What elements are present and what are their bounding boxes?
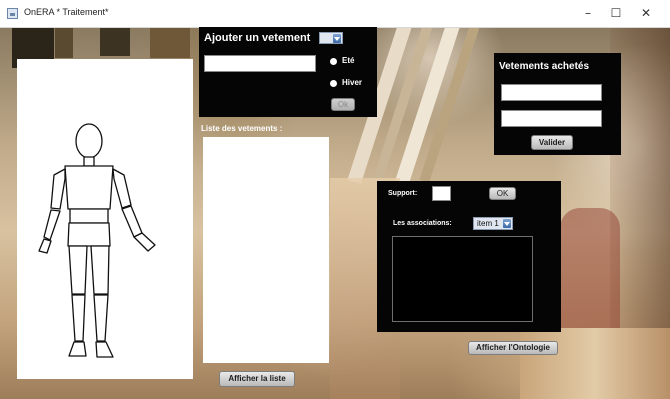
mannequin-figure xyxy=(38,123,156,358)
mannequin-hips xyxy=(67,222,111,247)
mannequin-waist xyxy=(69,208,109,224)
purchased-title: Vetements achetés xyxy=(499,61,590,72)
bg-shape xyxy=(100,28,130,56)
bg-shape xyxy=(55,28,73,58)
chevron-down-icon xyxy=(503,219,511,228)
minimize-button[interactable]: – xyxy=(574,3,602,23)
mannequin-right-upper-arm xyxy=(112,168,132,209)
mannequin-left-shin xyxy=(71,294,86,342)
bg-shape xyxy=(520,328,670,399)
associations-label: Les associations: xyxy=(393,220,452,227)
mannequin-right-foot xyxy=(95,341,114,358)
purchased-panel: Vetements achetés Valider xyxy=(494,53,621,155)
associations-panel: Support: OK Les associations: item 1 xyxy=(377,181,561,332)
bg-shape xyxy=(150,28,190,58)
season-radio-ete[interactable] xyxy=(330,58,337,65)
add-garment-title: Ajouter un vetement xyxy=(204,32,311,44)
purchased-field-1[interactable] xyxy=(501,84,602,101)
support-label: Support: xyxy=(388,190,418,197)
associations-select[interactable]: item 1 xyxy=(473,217,513,230)
show-list-button[interactable]: Afficher la liste xyxy=(219,371,295,387)
mannequin-right-shin xyxy=(93,294,109,342)
mannequin-left-thigh xyxy=(68,245,88,295)
associations-selected: item 1 xyxy=(477,219,499,228)
associations-results-area[interactable] xyxy=(392,236,533,322)
support-ok-button[interactable]: OK xyxy=(489,187,516,200)
window-title: OnERA * Traitement* xyxy=(24,7,109,17)
app-window: OnERA * Traitement* – ☐ ✕ Ajouter un vet… xyxy=(0,0,670,399)
mannequin-head xyxy=(75,123,103,159)
mannequin-left-forearm xyxy=(43,209,61,241)
mannequin-left-upper-arm xyxy=(50,168,66,210)
garment-type-select[interactable] xyxy=(319,32,343,44)
maximize-button[interactable]: ☐ xyxy=(602,3,630,23)
mannequin-left-hand xyxy=(38,238,52,254)
add-garment-ok-button[interactable]: Ok xyxy=(331,98,355,111)
show-ontology-button[interactable]: Afficher l'Ontologie xyxy=(468,341,558,355)
season-label-hiver: Hiver xyxy=(342,78,363,87)
mannequin-panel xyxy=(17,59,193,379)
mannequin-right-forearm xyxy=(121,205,143,238)
garment-list-box[interactable] xyxy=(203,137,329,363)
title-bar: OnERA * Traitement* – ☐ ✕ xyxy=(0,0,670,28)
mannequin-left-foot xyxy=(68,341,87,357)
chevron-down-icon xyxy=(333,34,341,43)
close-button[interactable]: ✕ xyxy=(632,3,660,23)
season-label-ete: Eté xyxy=(342,56,355,65)
season-radio-hiver[interactable] xyxy=(330,80,337,87)
purchased-field-2[interactable] xyxy=(501,110,602,127)
mannequin-neck xyxy=(83,156,95,167)
app-window-icon xyxy=(7,8,18,19)
add-garment-panel: Ajouter un vetement Eté Hiver Ok xyxy=(199,27,377,117)
mannequin-torso xyxy=(64,165,114,210)
bg-shape xyxy=(560,208,620,348)
mannequin-right-hand xyxy=(133,232,156,252)
support-input[interactable] xyxy=(432,186,451,201)
mannequin-right-thigh xyxy=(90,245,110,295)
validate-button[interactable]: Valider xyxy=(531,135,573,150)
garment-list-label: Liste des vetements : xyxy=(201,124,283,133)
garment-name-input[interactable] xyxy=(204,55,316,72)
